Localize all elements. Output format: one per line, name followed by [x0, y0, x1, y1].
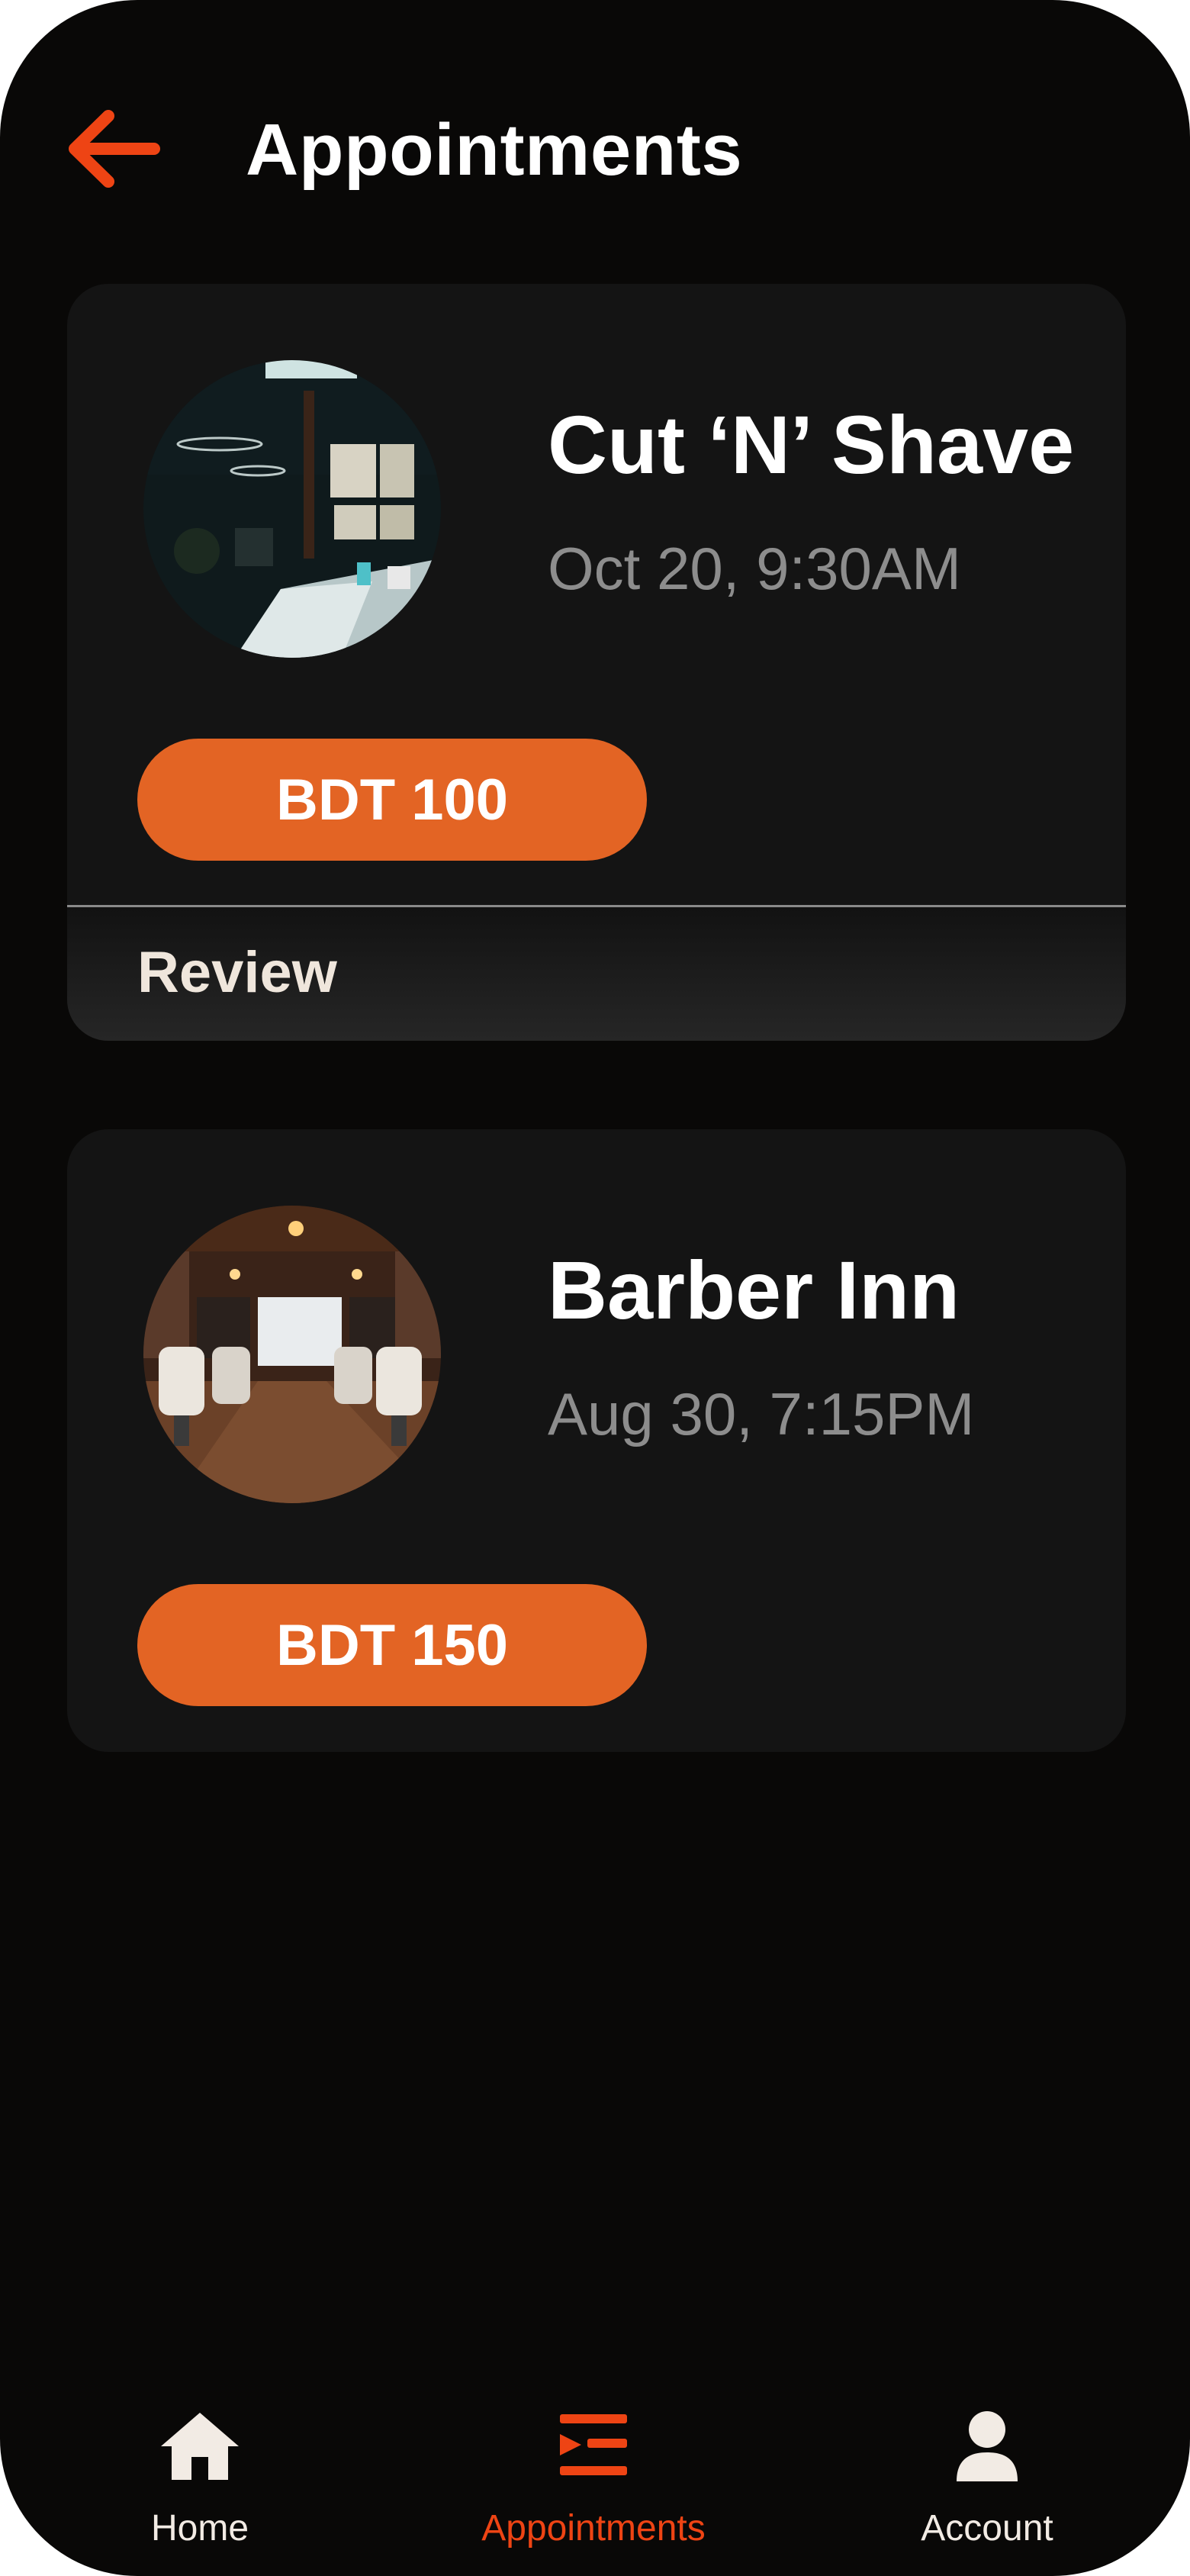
shop-photo	[143, 1206, 441, 1503]
nav-label-appointments: Appointments	[481, 2508, 706, 2549]
user-icon	[957, 2411, 1018, 2481]
shop-name: Cut ‘N’ Shave	[548, 398, 1075, 491]
shop-photo	[143, 360, 441, 658]
appointment-card[interactable]: Barber Inn Aug 30, 7:15PM BDT 150	[67, 1129, 1126, 1752]
nav-item-account[interactable]: Account	[850, 2408, 1124, 2561]
appointments-list-icon	[560, 2414, 627, 2475]
back-button[interactable]	[53, 99, 168, 198]
shop-name: Barber Inn	[548, 1244, 960, 1336]
review-button[interactable]: Review	[67, 905, 1126, 1041]
app-header: Appointments	[0, 0, 1190, 275]
nav-label-account: Account	[921, 2508, 1053, 2549]
nav-label-home: Home	[150, 2508, 249, 2549]
nav-item-home[interactable]: Home	[63, 2408, 337, 2561]
review-label: Review	[137, 940, 337, 1005]
price-badge[interactable]: BDT 150	[137, 1584, 647, 1706]
appointment-card[interactable]: Cut ‘N’ Shave Oct 20, 9:30AM BDT 100 Rev…	[67, 284, 1126, 1041]
price-badge[interactable]: BDT 100	[137, 739, 647, 861]
phone-screen: Appointments Cut ‘N’ Shave Oct 20, 9:30A…	[0, 0, 1190, 2576]
arrow-left-icon	[69, 110, 160, 188]
home-icon	[161, 2413, 239, 2480]
nav-item-appointments[interactable]: Appointments	[456, 2408, 731, 2561]
page-title: Appointments	[246, 109, 743, 191]
appointment-datetime: Oct 20, 9:30AM	[548, 535, 961, 602]
bottom-navigation: Home Appointments Account	[0, 2381, 1190, 2576]
appointment-datetime: Aug 30, 7:15PM	[548, 1380, 975, 1447]
